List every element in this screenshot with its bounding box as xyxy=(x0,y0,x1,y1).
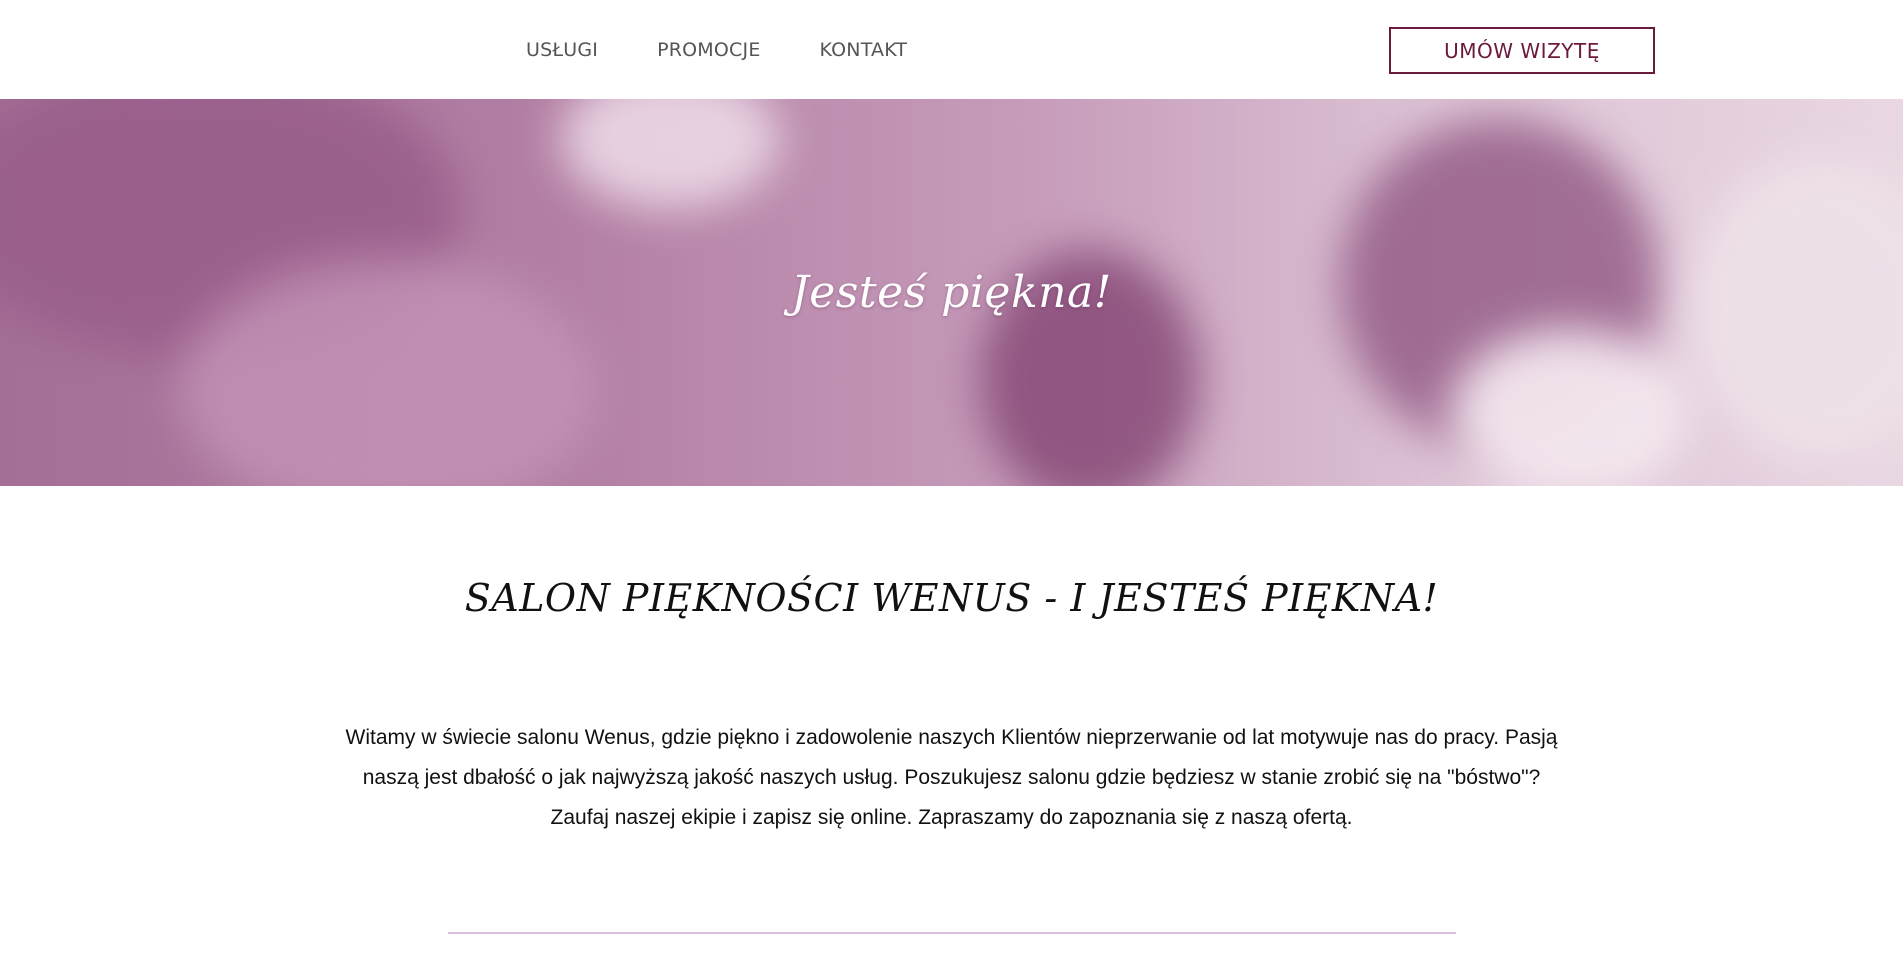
hero-background-shape xyxy=(560,99,780,209)
intro-line: Witamy w świecie salonu Wenus, gdzie pię… xyxy=(345,726,1558,749)
top-navigation-bar: USŁUGI PROMOCJE KONTAKT UMÓW WIZYTĘ xyxy=(0,0,1903,99)
hero-background-shape xyxy=(1450,329,1690,486)
nav-link-kontakt[interactable]: KONTAKT xyxy=(820,38,908,62)
nav-link-uslugi[interactable]: USŁUGI xyxy=(526,38,598,62)
section-divider xyxy=(448,932,1456,934)
section-title: SALON PIĘKNOŚCI WENUS - I JESTEŚ PIĘKNA! xyxy=(464,576,1439,620)
intro-line: naszą jest dbałość o jak najwyższą jakoś… xyxy=(362,766,1541,789)
main-nav: USŁUGI PROMOCJE KONTAKT xyxy=(526,38,966,62)
book-visit-button[interactable]: UMÓW WIZYTĘ xyxy=(1389,27,1655,74)
nav-link-promocje[interactable]: PROMOCJE xyxy=(657,38,760,62)
hero-title: Jesteś piękna! xyxy=(791,267,1112,318)
intro-paragraph: Witamy w świecie salonu Wenus, gdzie pię… xyxy=(325,718,1578,838)
hero-banner: Jesteś piękna! xyxy=(0,99,1903,486)
intro-line: Zaufaj naszej ekipie i zapisz się online… xyxy=(550,806,1353,829)
